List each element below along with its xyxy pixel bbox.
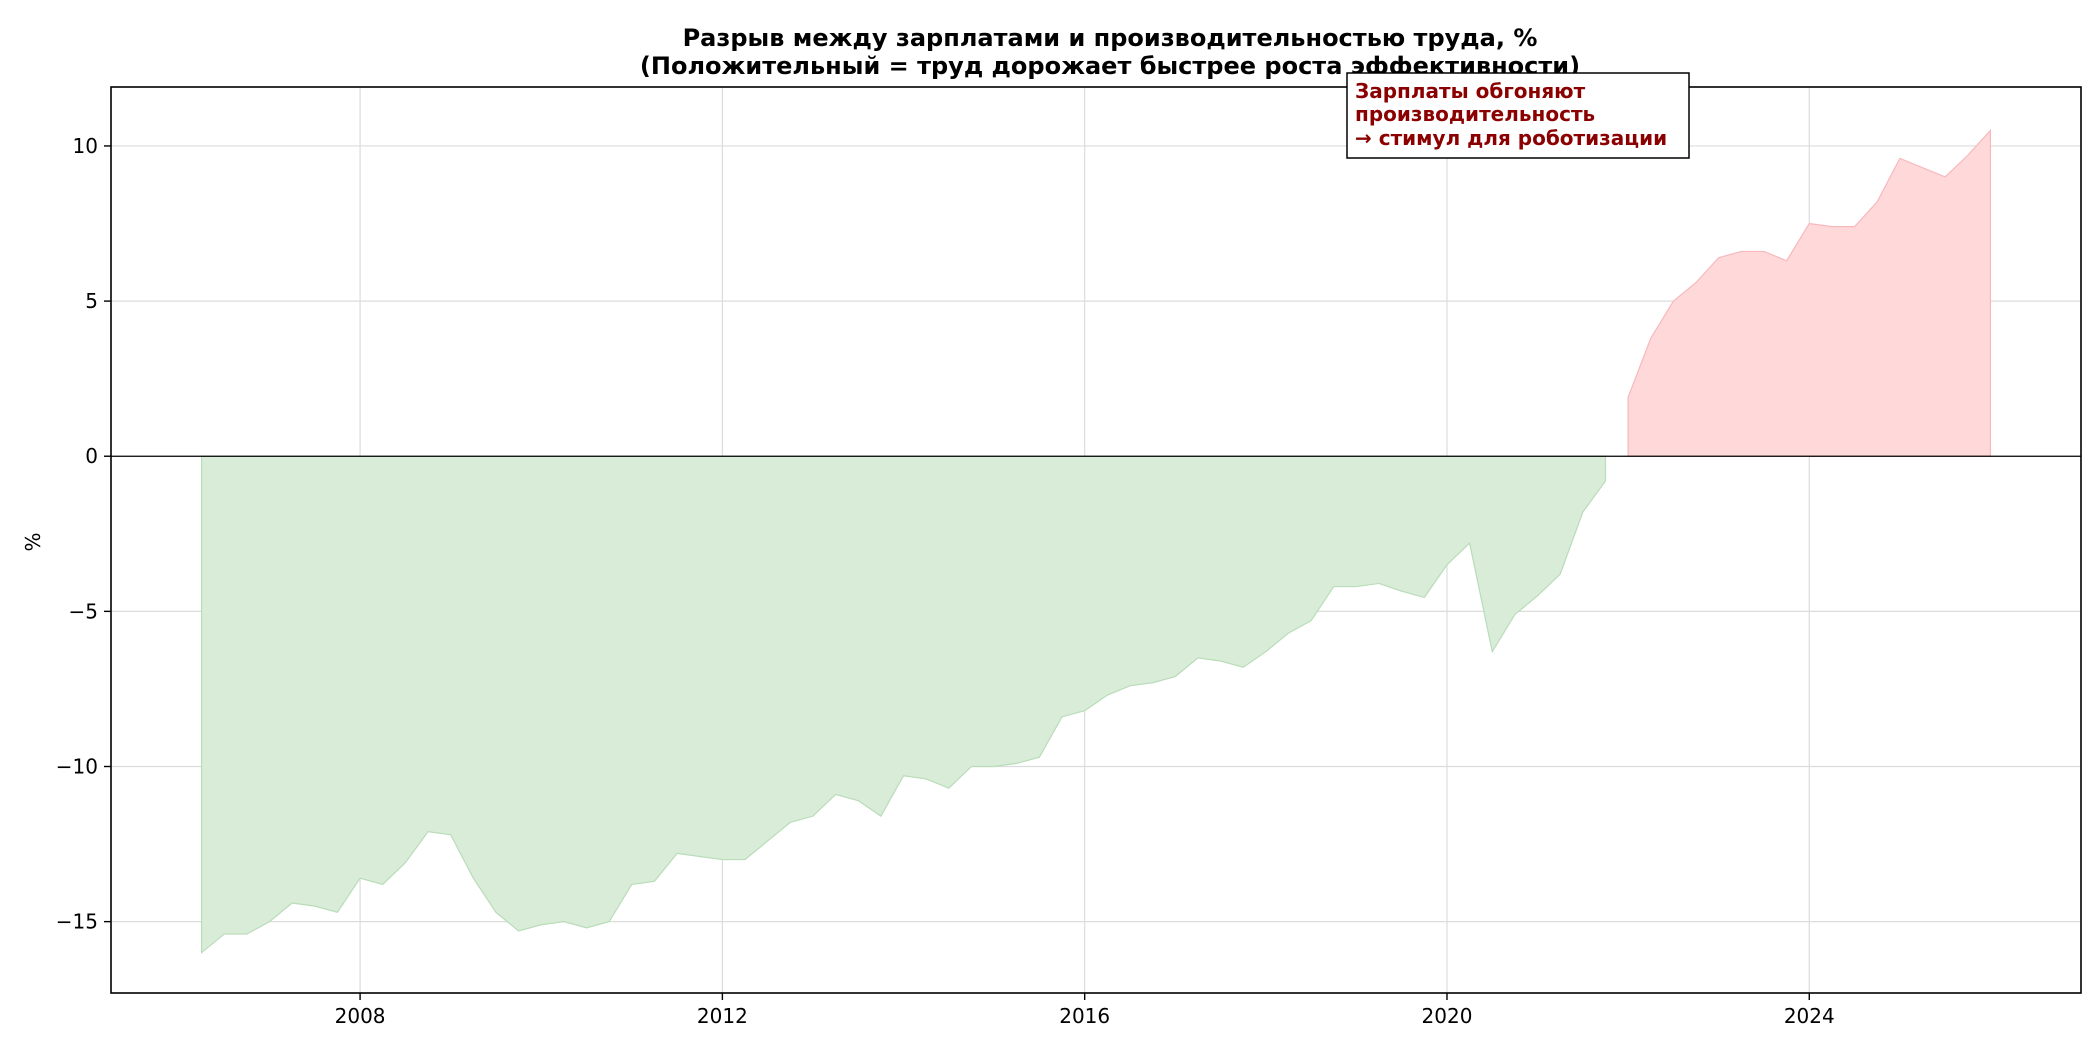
annotation-line-1: Зарплаты обгоняют (1355, 79, 1586, 103)
chart-title: Разрыв между зарплатами и производительн… (683, 24, 1538, 52)
negative-gap-area (200, 455, 1607, 954)
y-axis-label: % (21, 532, 45, 551)
y-tick-label: 10 (73, 134, 98, 158)
x-tick-label: 2016 (1059, 1004, 1110, 1028)
annotation-line-3: → стимул для роботизации (1355, 126, 1667, 150)
chart-container: 2008 2012 2016 2020 2024 10 5 0 −5 −10 −15 Разрыв … (0, 0, 2100, 1050)
y-tick-label: −5 (69, 599, 98, 623)
chart-svg: 2008 2012 2016 2020 2024 10 5 0 −5 −10 −15 Разрыв … (21, 24, 2082, 1028)
x-tick-label: 2012 (697, 1004, 748, 1028)
y-tick-label: −10 (56, 755, 98, 779)
x-tick-label: 2008 (335, 1004, 386, 1028)
annotation-line-2: производительность (1355, 102, 1595, 126)
x-tick-label: 2024 (1784, 1004, 1835, 1028)
area-layer (200, 128, 1992, 954)
y-tick-label: 5 (85, 289, 98, 313)
y-tick-label: −15 (56, 910, 98, 934)
x-tick-label: 2020 (1422, 1004, 1473, 1028)
y-tick-label: 0 (85, 444, 98, 468)
annotation-box: Зарплаты обгоняют производительность → с… (1346, 72, 1690, 159)
